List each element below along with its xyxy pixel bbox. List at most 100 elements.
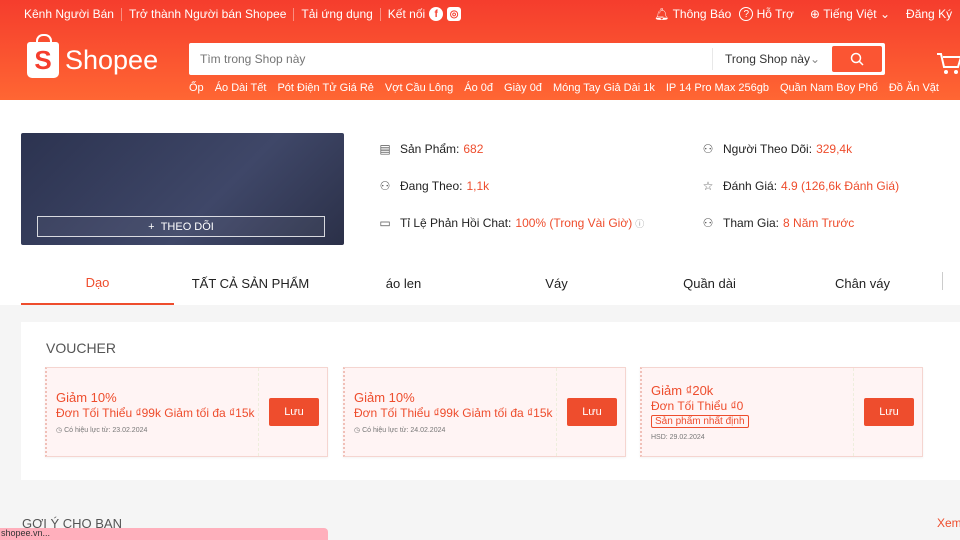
- voucher-discount: Giảm 10%: [56, 390, 117, 405]
- language-label: Tiếng Việt: [823, 7, 877, 21]
- topbar-right: 🔔︎ Thông Báo ? Hỗ Trợ ⊕ Tiếng Việt ⌄ Đăn…: [654, 7, 960, 21]
- follow-label: THEO DÕI: [160, 220, 214, 233]
- voucher-discount: Giảm ₫20k: [651, 383, 714, 398]
- notifications-label: Thông Báo: [672, 7, 732, 21]
- search-button[interactable]: [832, 46, 882, 72]
- follow-button[interactable]: + THEO DÕI: [37, 216, 325, 237]
- download-app-link[interactable]: Tải ứng dụng: [301, 7, 372, 21]
- save-voucher-button[interactable]: Lưu: [567, 398, 617, 426]
- quick-link[interactable]: Pót Điện Tử Giá Rẻ: [277, 82, 373, 94]
- search-bar: Trong Shop này⌄: [189, 43, 885, 75]
- tab-dao[interactable]: Dạo: [21, 262, 174, 305]
- stat-value: 4.9 (126,6k Đánh Giá): [781, 179, 900, 193]
- divider: [293, 7, 295, 21]
- quick-link[interactable]: Áo Dài Tết: [215, 82, 267, 94]
- shop-info: + THEO DÕI ▤ Sản Phẩm: 682 ⚇ Đang Theo: 1,1k…: [0, 100, 960, 305]
- tab-quan-dai[interactable]: Quần dài: [633, 262, 786, 305]
- shop-tabs: Dạo TẤT CẢ SẢN PHẨM áo len Váy Quần dài …: [21, 262, 939, 305]
- quick-links: Ốp Áo Dài Tết Pót Điện Tử Giá Rẻ Vợt Cầu…: [189, 82, 939, 94]
- tab-ao-len[interactable]: áo len: [327, 262, 480, 305]
- user-check-icon: ⚇: [702, 216, 714, 230]
- stat-chat-response: ▭ Tỉ Lệ Phản Hồi Chat: 100% (Trong Vài Giờ…: [378, 216, 644, 230]
- scope-label: Trong Shop này: [725, 52, 810, 66]
- voucher-condition: Đơn Tối Thiểu ₫99k Giảm tối đa ₫15k: [56, 406, 255, 420]
- shopee-logo[interactable]: S Shopee: [27, 34, 159, 78]
- globe-icon: ⊕: [809, 7, 820, 21]
- facebook-icon[interactable]: f: [429, 7, 444, 21]
- seller-centre-link[interactable]: Kênh Người Bán: [24, 7, 114, 21]
- voucher-condition: Đơn Tối Thiểu ₫0: [651, 399, 744, 413]
- shop-banner: + THEO DÕI: [21, 133, 344, 245]
- register-link[interactable]: Đăng Ký: [906, 7, 952, 21]
- see-all-link[interactable]: Xem: [937, 516, 960, 530]
- help-label: Hỗ Trợ: [756, 7, 794, 21]
- stat-following: ⚇ Đang Theo: 1,1k: [378, 179, 490, 193]
- quick-link[interactable]: Ốp: [189, 82, 204, 94]
- voucher-date: HSD: 29.02.2024: [651, 434, 705, 441]
- tab-all-products[interactable]: TẤT CẢ SẢN PHẨM: [174, 262, 327, 305]
- stat-label: Đánh Giá:: [723, 179, 778, 193]
- search-icon: [850, 52, 864, 66]
- question-icon: ?: [739, 7, 754, 21]
- followers-icon: ⚇: [702, 142, 714, 156]
- shopping-bag-icon: S: [27, 34, 59, 78]
- voucher-section: VOUCHER Giảm 10% Đơn Tối Thiểu ₫99k Giảm …: [21, 322, 960, 480]
- stat-label: Tỉ Lệ Phản Hồi Chat:: [400, 216, 512, 230]
- voucher-card: Giảm ₫20k Đơn Tối Thiểu ₫0 Sản phẩm nhất đ…: [640, 367, 923, 457]
- voucher-card: Giảm 10% Đơn Tối Thiểu ₫99k Giảm tối đa ₫…: [343, 367, 626, 457]
- stat-label: Người Theo Dõi:: [723, 142, 813, 156]
- topbar-left: Kênh Người Bán Trở thành Người bán Shope…: [24, 7, 462, 21]
- voucher-date: Có hiệu lực từ: 23.02.2024: [64, 427, 148, 434]
- voucher-card: Giảm 10% Đơn Tối Thiểu ₫99k Giảm tối đa ₫…: [45, 367, 328, 457]
- header: Kênh Người Bán Trở thành Người bán Shope…: [0, 0, 960, 100]
- divider: [379, 7, 381, 21]
- star-icon: ☆: [702, 179, 714, 193]
- voucher-tag: Sản phẩm nhất định: [651, 415, 749, 428]
- quick-link[interactable]: Áo 0đ: [464, 82, 493, 94]
- plus-icon: +: [148, 220, 161, 233]
- language-select[interactable]: ⊕ Tiếng Việt ⌄: [810, 7, 890, 21]
- voucher-condition: Đơn Tối Thiểu ₫99k Giảm tối đa ₫15k: [354, 406, 553, 420]
- stat-label: Đang Theo:: [400, 179, 463, 193]
- notifications-link[interactable]: 🔔︎ Thông Báo: [654, 7, 731, 21]
- browser-status-bar: shopee.vn...: [0, 528, 328, 540]
- stat-value: 682: [463, 142, 484, 156]
- stat-value: 329,4k: [816, 142, 853, 156]
- stat-label: Sản Phẩm:: [400, 142, 460, 156]
- save-voucher-button[interactable]: Lưu: [269, 398, 319, 426]
- divider: [120, 7, 122, 21]
- tab-chan-vay[interactable]: Chân váy: [786, 262, 939, 305]
- chat-icon: ▭: [379, 216, 391, 230]
- quick-link[interactable]: Quần Nam Boy Phố: [780, 82, 878, 94]
- search-input[interactable]: [192, 52, 712, 66]
- stat-joined: ⚇ Tham Gia: 8 Năm Trước: [701, 216, 855, 230]
- help-icon[interactable]: ⓘ: [635, 217, 644, 230]
- tab-more-divider: [942, 272, 943, 290]
- voucher-title: VOUCHER: [46, 340, 117, 356]
- cart-icon[interactable]: [936, 52, 960, 76]
- voucher-date: Có hiệu lực từ: 24.02.2024: [362, 427, 446, 434]
- instagram-icon[interactable]: ◎: [447, 7, 462, 21]
- user-icon: ⚇: [379, 179, 391, 193]
- stat-rating: ☆ Đánh Giá: 4.9 (126,6k Đánh Giá): [701, 179, 900, 193]
- stat-value: 8 Năm Trước: [783, 216, 855, 230]
- clock-icon: ◷: [56, 427, 65, 434]
- stat-products: ▤ Sản Phẩm: 682: [378, 142, 483, 156]
- tab-vay[interactable]: Váy: [480, 262, 633, 305]
- quick-link[interactable]: Đồ Ăn Vặt: [889, 82, 939, 94]
- search-scope-select[interactable]: Trong Shop này ⌄: [712, 48, 832, 70]
- save-voucher-button[interactable]: Lưu: [864, 398, 914, 426]
- quick-link[interactable]: IP 14 Pro Max 256gb: [666, 82, 769, 94]
- voucher-discount: Giảm 10%: [354, 390, 415, 405]
- help-link[interactable]: ? Hỗ Trợ: [739, 7, 794, 21]
- quick-link[interactable]: Móng Tay Giả Dài 1k: [553, 82, 655, 94]
- stat-followers: ⚇ Người Theo Dõi: 329,4k: [701, 142, 852, 156]
- clock-icon: ◷: [354, 427, 363, 434]
- become-seller-link[interactable]: Trở thành Người bán Shopee: [129, 7, 286, 21]
- bell-icon: 🔔︎: [654, 7, 670, 21]
- quick-link[interactable]: Giày 0đ: [504, 82, 542, 94]
- stat-label: Tham Gia:: [723, 216, 780, 230]
- quick-link[interactable]: Vợt Cầu Lông: [385, 82, 453, 94]
- connect-label: Kết nối: [387, 7, 426, 21]
- logo-text: Shopee: [65, 44, 159, 75]
